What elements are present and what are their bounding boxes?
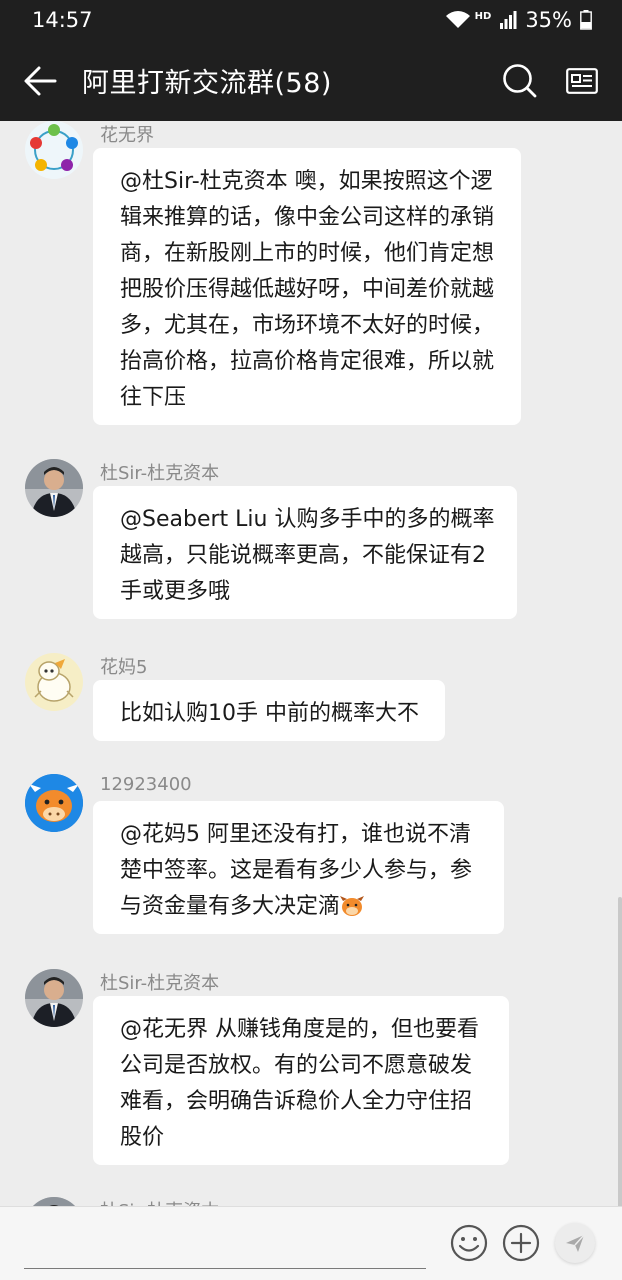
avatar[interactable]: [25, 774, 83, 832]
flower-avatar-icon: [25, 121, 83, 179]
sender-name: 12923400: [100, 774, 192, 795]
message-text: @花妈5 阿里还没有打，谁也说不清楚中签率。这是看有多少人参与，参与资金量有多大…: [120, 822, 473, 919]
avatar[interactable]: [25, 653, 83, 711]
sender-name: 杜Sir-杜克资本: [100, 463, 220, 484]
input-bar: [0, 1206, 622, 1280]
message-input[interactable]: [24, 1217, 426, 1267]
message-bubble[interactable]: @Seabert Liu 认购多手中的多的概率越高，只能说概率更高，不能保证有2…: [93, 486, 517, 619]
message-bubble[interactable]: @花无界 从赚钱角度是的，但也要看公司是否放权。有的公司不愿意破发难看，会明确告…: [93, 996, 509, 1165]
status-bar: 14:57 HD 35%: [0, 0, 622, 40]
person-avatar-icon: [25, 1197, 83, 1206]
search-icon: [503, 63, 537, 97]
chat-title: 阿里打新交流群(58): [82, 68, 332, 99]
sender-name: 花妈5: [100, 657, 148, 678]
person-avatar-icon: [25, 459, 83, 517]
cartoon-avatar-icon: [25, 653, 83, 711]
group-card-icon: [566, 67, 598, 94]
input-underline: [24, 1268, 426, 1269]
chat-list[interactable]: 花无界 @杜Sir-杜克资本 噢，如果按照这个逻辑来推算的话，像中金公司这样的承…: [0, 121, 622, 1206]
back-arrow-icon: [24, 66, 57, 95]
person-avatar-icon: [25, 969, 83, 1027]
status-icons: HD 35%: [445, 8, 592, 32]
search-button[interactable]: [490, 40, 550, 121]
back-button[interactable]: [0, 40, 80, 121]
send-icon: [566, 1234, 585, 1252]
emoji-icon[interactable]: [449, 1223, 489, 1263]
avatar[interactable]: [25, 459, 83, 517]
plus-icon[interactable]: [501, 1223, 541, 1263]
cow-avatar-icon: [25, 774, 83, 832]
send-button[interactable]: [555, 1223, 595, 1263]
signal-icon: [500, 11, 517, 29]
cow-emoji-icon: [340, 896, 365, 916]
avatar[interactable]: [25, 121, 83, 179]
wifi-icon: [445, 11, 470, 28]
group-info-button[interactable]: [552, 40, 612, 121]
status-time: 14:57: [32, 8, 93, 32]
message-bubble[interactable]: 比如认购10手 中前的概率大不: [93, 680, 445, 741]
avatar[interactable]: [25, 1197, 83, 1206]
scroll-indicator[interactable]: [618, 897, 622, 1206]
sender-name: 花无界: [100, 125, 154, 146]
battery-icon: [580, 10, 592, 30]
hd-badge: HD: [474, 10, 492, 22]
sender-name: 杜Sir-杜克资本: [100, 973, 220, 994]
avatar[interactable]: [25, 969, 83, 1027]
chat-header: 阿里打新交流群(58): [0, 40, 622, 121]
sender-name: 杜Sir-杜克资本: [100, 1197, 219, 1206]
message-bubble[interactable]: @花妈5 阿里还没有打，谁也说不清楚中签率。这是看有多少人参与，参与资金量有多大…: [93, 801, 504, 934]
battery-percent: 35%: [525, 8, 572, 32]
message-bubble[interactable]: @杜Sir-杜克资本 噢，如果按照这个逻辑来推算的话，像中金公司这样的承销商，在…: [93, 148, 521, 425]
